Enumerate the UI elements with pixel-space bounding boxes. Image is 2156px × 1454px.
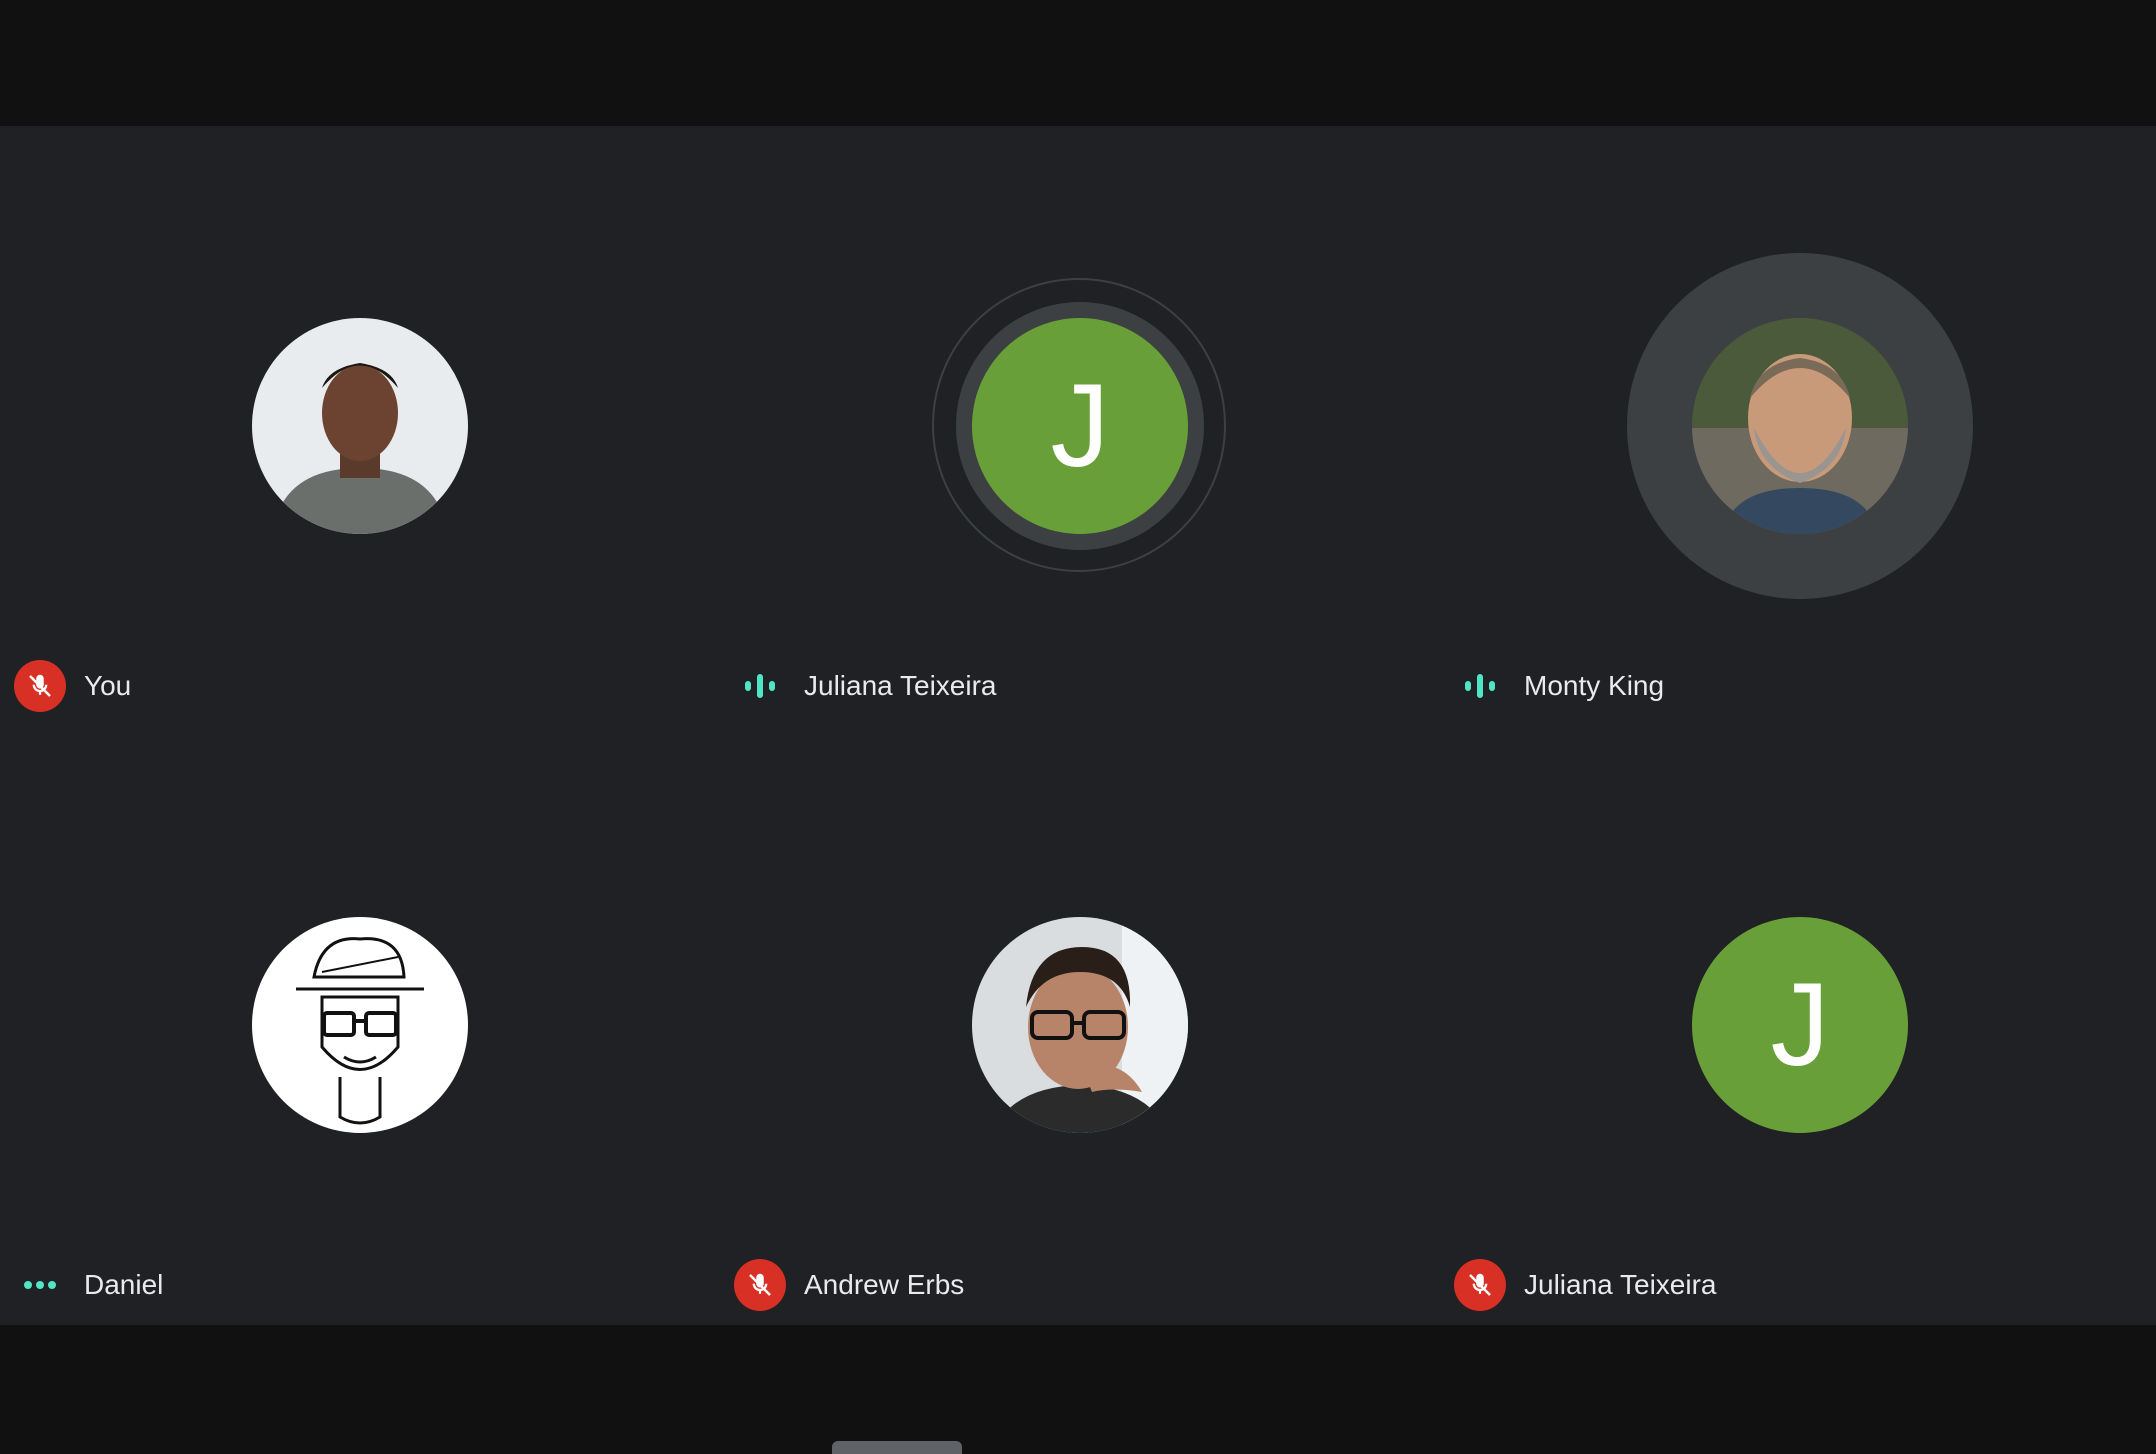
avatar-initial: J xyxy=(1050,360,1110,492)
more-dots-icon xyxy=(14,1259,66,1311)
participant-name: You xyxy=(84,670,132,701)
participant-name: Juliana Teixeira xyxy=(1524,1269,1717,1300)
participant-tile-andrew-erbs[interactable]: Andrew Erbs xyxy=(720,725,1440,1325)
participant-name: Daniel xyxy=(84,1269,164,1300)
participant-name: Juliana Teixeira xyxy=(804,670,997,701)
avatar-daniel xyxy=(252,917,468,1133)
top-bar xyxy=(0,0,2156,126)
participant-tile-juliana-teixeira[interactable]: J Juliana Teixeira xyxy=(720,126,1440,726)
mic-off-icon xyxy=(14,660,66,712)
participant-name: Monty King xyxy=(1524,670,1665,701)
participant-tile-you[interactable]: You xyxy=(0,126,720,726)
drag-handle[interactable] xyxy=(832,1441,962,1454)
avatar-monty-king xyxy=(1692,318,1908,534)
mic-off-icon xyxy=(1454,1259,1506,1311)
participant-tile-monty-king[interactable]: Monty King xyxy=(1440,126,2156,726)
avatar-juliana-teixeira: J xyxy=(1692,917,1908,1133)
participant-tile-juliana-teixeira-2[interactable]: J Juliana Teixeira xyxy=(1440,725,2156,1325)
participant-name: Andrew Erbs xyxy=(804,1269,965,1300)
avatar-juliana-teixeira: J xyxy=(972,318,1188,534)
participant-grid: You J Juliana Teixeira Monty King Daniel… xyxy=(0,126,2156,1325)
avatar-initial: J xyxy=(1770,959,1830,1091)
audio-level-icon xyxy=(1454,660,1506,712)
bottom-bar xyxy=(0,1325,2156,1454)
audio-level-icon xyxy=(734,660,786,712)
avatar-you xyxy=(252,318,468,534)
mic-off-icon xyxy=(734,1259,786,1311)
participant-tile-daniel[interactable]: Daniel xyxy=(0,725,720,1325)
avatar-andrew-erbs xyxy=(972,917,1188,1133)
